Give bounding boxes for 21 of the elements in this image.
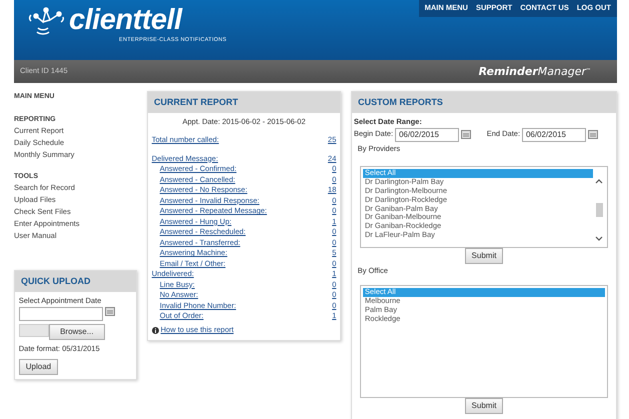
scroll-up-icon[interactable] [595,179,604,184]
panel-title: CUSTOM REPORTS [352,92,616,114]
panel-title: QUICK UPLOAD [15,271,136,292]
submit-button[interactable]: Submit [464,248,504,264]
begin-date-field[interactable]: 06/02/2015 [394,128,459,142]
date-field[interactable] [18,306,103,321]
calendar-icon [460,130,471,140]
calendar-icon [588,130,598,140]
file-path-field[interactable] [18,324,49,338]
panel-title: CURRENT REPORT [148,92,340,114]
browse-button[interactable]: Browse... [48,324,105,340]
scroll-thumb[interactable] [596,203,603,218]
scroll-down-icon[interactable] [595,236,604,242]
submit-button[interactable]: Submit [464,398,504,414]
product-name: ReminderManager$^{™}$ [478,64,591,80]
logo-icon [26,6,66,36]
upload-button[interactable]: Upload [18,358,58,375]
end-date-field[interactable]: 06/02/2015 [522,128,586,142]
logo-text: clienttell [69,6,184,35]
calendar-icon [104,306,115,316]
info-icon [152,327,159,334]
